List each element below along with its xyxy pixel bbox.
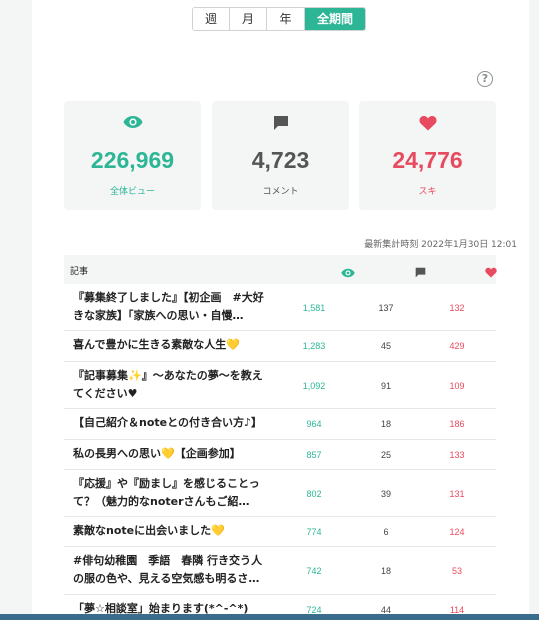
row-views: 1,581 xyxy=(302,303,326,313)
table-row[interactable]: 喜んで豊かに生きる素敵な人生💛 1,283 45 429 xyxy=(64,331,496,362)
row-likes: 429 xyxy=(449,341,465,351)
eye-icon xyxy=(123,116,142,128)
row-likes: 109 xyxy=(449,381,465,391)
column-views-icon[interactable] xyxy=(328,263,368,282)
article-title[interactable]: 素敵なnoteに出会いました💛 xyxy=(73,522,273,540)
row-comments: 18 xyxy=(380,566,391,576)
row-comments: 137 xyxy=(378,303,394,313)
article-title[interactable]: 【自己紹介＆noteとの付き合い方♪】 xyxy=(73,414,273,432)
likes-total: 24,776 xyxy=(392,147,463,173)
comments-total: 4,723 xyxy=(251,147,310,173)
article-title[interactable]: 喜んで豊かに生きる素敵な人生💛 xyxy=(73,336,273,354)
article-title[interactable]: 『記事募集✨』〜あなたの夢〜を教えてください♥ xyxy=(73,367,273,403)
table-header: 記事 xyxy=(64,255,497,284)
table-row[interactable]: #俳句幼稚園 季語 春隣 行き交う人の服の色や、見える空気感も明るさ… 742 … xyxy=(64,547,496,595)
row-likes: 132 xyxy=(449,303,465,313)
taskbar-edge xyxy=(0,614,539,620)
row-views: 1,092 xyxy=(302,381,326,391)
row-views: 964 xyxy=(306,419,322,429)
column-comments-icon[interactable] xyxy=(400,263,440,282)
row-likes: 53 xyxy=(451,566,462,576)
table-row[interactable]: 【自己紹介＆noteとの付き合い方♪】 964 18 186 xyxy=(64,409,496,440)
tab-month[interactable]: 月 xyxy=(230,8,267,30)
row-views: 857 xyxy=(306,450,322,460)
row-comments: 39 xyxy=(380,489,391,499)
row-comments: 6 xyxy=(383,527,389,537)
heart-icon xyxy=(418,115,437,131)
row-views: 774 xyxy=(306,527,322,537)
table-row[interactable]: 私の長男への思い💛【企画参加】 857 25 133 xyxy=(64,440,496,470)
likes-card: 24,776 スキ xyxy=(359,101,496,210)
comments-card: 4,723 コメント xyxy=(212,101,349,210)
row-comments: 91 xyxy=(380,381,391,391)
views-label: 全体ビュー xyxy=(109,187,155,197)
table-row[interactable]: 素敵なnoteに出会いました💛 774 6 124 xyxy=(64,517,496,547)
column-article: 記事 xyxy=(70,267,89,277)
row-likes: 186 xyxy=(449,419,465,429)
help-icon[interactable]: ? xyxy=(477,71,493,87)
period-tabs: 週 月 年 全期間 xyxy=(192,7,366,31)
table-row[interactable]: 『募集終了しました』【初企画 #大好きな家族】「家族への思い・自慢… 1,581… xyxy=(64,284,496,331)
table-row[interactable]: 『応援』や『励まし』を感じることって？（魅力的なnoterさんもご紹… 802 … xyxy=(64,470,496,517)
row-views: 1,283 xyxy=(302,341,326,351)
likes-label: スキ xyxy=(418,187,437,197)
row-views: 742 xyxy=(306,566,322,576)
row-comments: 25 xyxy=(380,450,391,460)
views-card: 226,969 全体ビュー xyxy=(64,101,201,210)
table-row[interactable]: 『記事募集✨』〜あなたの夢〜を教えてください♥ 1,092 91 109 xyxy=(64,362,496,409)
row-likes: 133 xyxy=(449,450,465,460)
comment-icon xyxy=(273,116,288,130)
tab-week[interactable]: 週 xyxy=(193,8,230,30)
article-title[interactable]: 『応援』や『励まし』を感じることって？（魅力的なnoterさんもご紹… xyxy=(73,475,273,511)
article-title[interactable]: 私の長男への思い💛【企画参加】 xyxy=(73,445,273,463)
last-updated: 最新集計時刻 2022年1月30日 12:01 xyxy=(364,240,517,250)
stats-panel: 週 月 年 全期間 ? 226,969 全体ビュー 4,723 コメント 24,… xyxy=(32,0,529,620)
row-comments: 45 xyxy=(380,341,391,351)
row-views: 802 xyxy=(306,489,322,499)
tab-year[interactable]: 年 xyxy=(267,8,305,30)
comments-label: コメント xyxy=(262,187,299,197)
row-likes: 124 xyxy=(449,527,465,537)
article-title[interactable]: #俳句幼稚園 季語 春隣 行き交う人の服の色や、見える空気感も明るさ… xyxy=(73,552,273,588)
views-total: 226,969 xyxy=(90,147,175,173)
article-title[interactable]: 『募集終了しました』【初企画 #大好きな家族】「家族への思い・自慢… xyxy=(73,289,273,325)
tab-all-time[interactable]: 全期間 xyxy=(305,8,365,30)
row-likes: 131 xyxy=(449,489,465,499)
column-likes-icon[interactable] xyxy=(471,263,511,282)
row-comments: 18 xyxy=(380,419,391,429)
